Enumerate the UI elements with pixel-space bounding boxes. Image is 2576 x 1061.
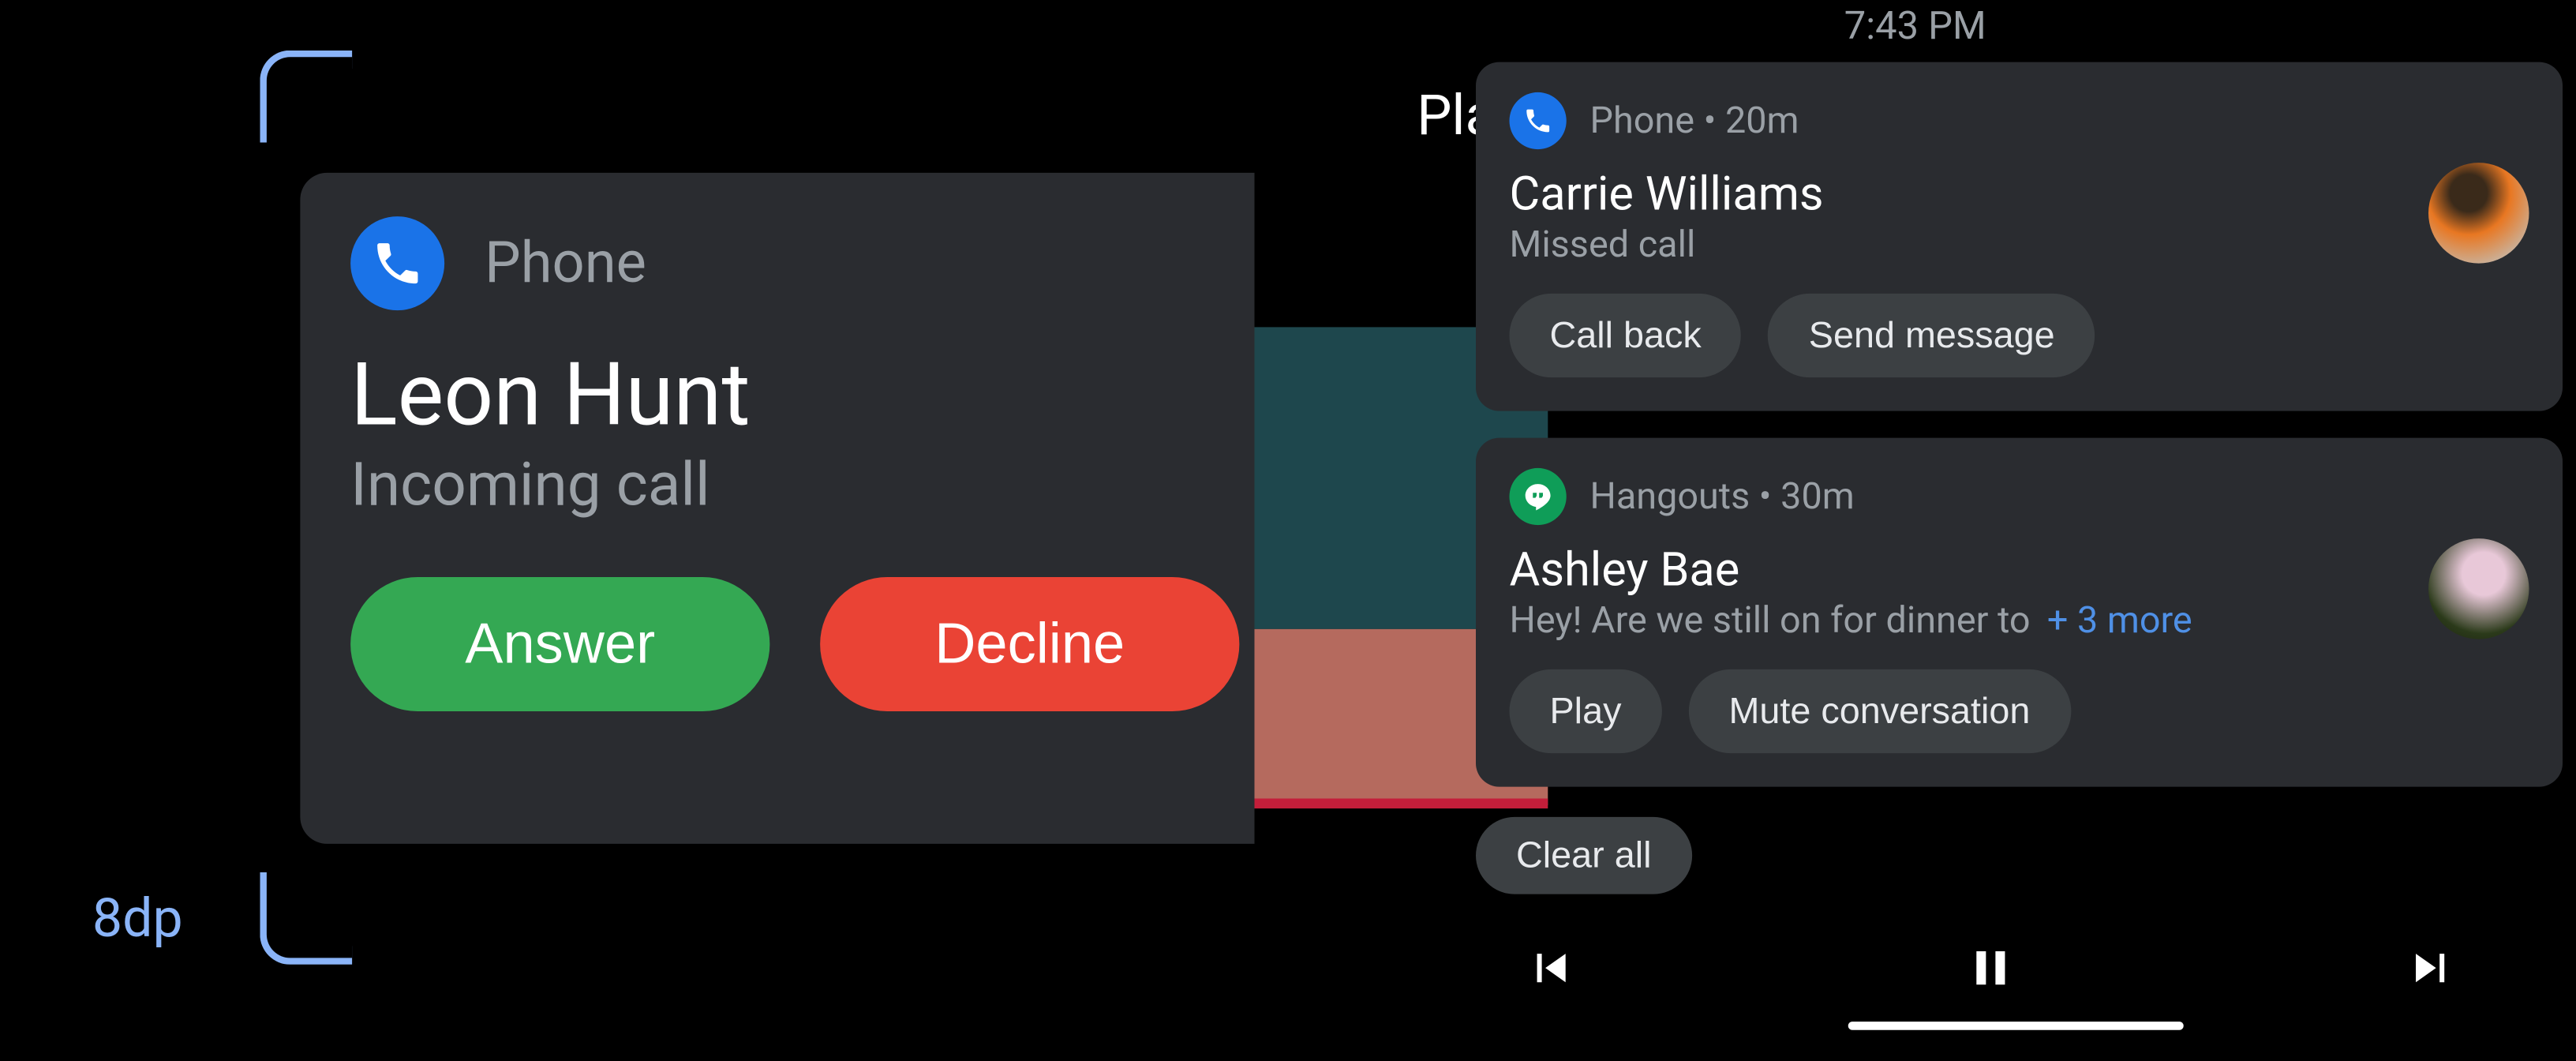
phone-icon bbox=[350, 216, 444, 310]
hangouts-icon bbox=[1510, 468, 1567, 525]
call-back-button[interactable]: Call back bbox=[1510, 294, 1742, 377]
previous-track-icon[interactable] bbox=[1523, 939, 1580, 1003]
media-controls bbox=[1255, 939, 2576, 1003]
annotation-corner-bottom-left bbox=[260, 872, 352, 965]
home-indicator[interactable] bbox=[1848, 1022, 2184, 1030]
notification-meta: Hangouts • 30m bbox=[1590, 475, 1855, 517]
answer-button[interactable]: Answer bbox=[350, 577, 769, 711]
annotation-corner-top-left bbox=[260, 51, 352, 143]
notification-card-hangouts[interactable]: Hangouts • 30m Ashley Bae Hey! Are we st… bbox=[1476, 438, 2563, 787]
notification-card-phone[interactable]: Phone • 20m Carrie Williams Missed call … bbox=[1476, 62, 2563, 411]
incoming-call-card: Phone Leon Hunt Incoming call Answer Dec… bbox=[300, 173, 1306, 844]
play-button[interactable]: Play bbox=[1510, 669, 1662, 753]
next-track-icon[interactable] bbox=[2402, 939, 2458, 1003]
notification-title: Carrie Williams bbox=[1510, 166, 2529, 221]
call-status: Incoming call bbox=[350, 450, 1256, 520]
send-message-button[interactable]: Send message bbox=[1769, 294, 2095, 377]
notification-stack: Phone • 20m Carrie Williams Missed call … bbox=[1476, 62, 2563, 894]
notification-title: Ashley Bae bbox=[1510, 542, 2529, 597]
avatar bbox=[2428, 163, 2529, 264]
decline-button[interactable]: Decline bbox=[820, 577, 1239, 711]
notification-body: Missed call bbox=[1510, 225, 1696, 267]
phone-icon bbox=[1510, 92, 1567, 149]
hud-annotation-area: 8dp Phone Leon Hunt Incoming call Answer… bbox=[92, 51, 1267, 957]
pause-icon[interactable] bbox=[1962, 939, 2019, 1003]
status-bar-time: 7:43 PM bbox=[1255, 3, 2576, 48]
clear-all-button[interactable]: Clear all bbox=[1476, 817, 1691, 894]
avatar bbox=[2428, 538, 2529, 639]
phone-screen: 7:43 PM Playi Phone • 20m bbox=[1255, 0, 2576, 1037]
caller-name: Leon Hunt bbox=[350, 344, 1256, 447]
notification-meta: Phone • 20m bbox=[1590, 99, 1799, 141]
hud-app-name: Phone bbox=[485, 230, 646, 297]
notification-more-link[interactable]: + 3 more bbox=[2047, 601, 2192, 643]
notification-body: Hey! Are we still on for dinner to bbox=[1510, 601, 2031, 643]
mute-conversation-button[interactable]: Mute conversation bbox=[1688, 669, 2070, 753]
annotation-padding-label: 8dp bbox=[92, 886, 183, 950]
